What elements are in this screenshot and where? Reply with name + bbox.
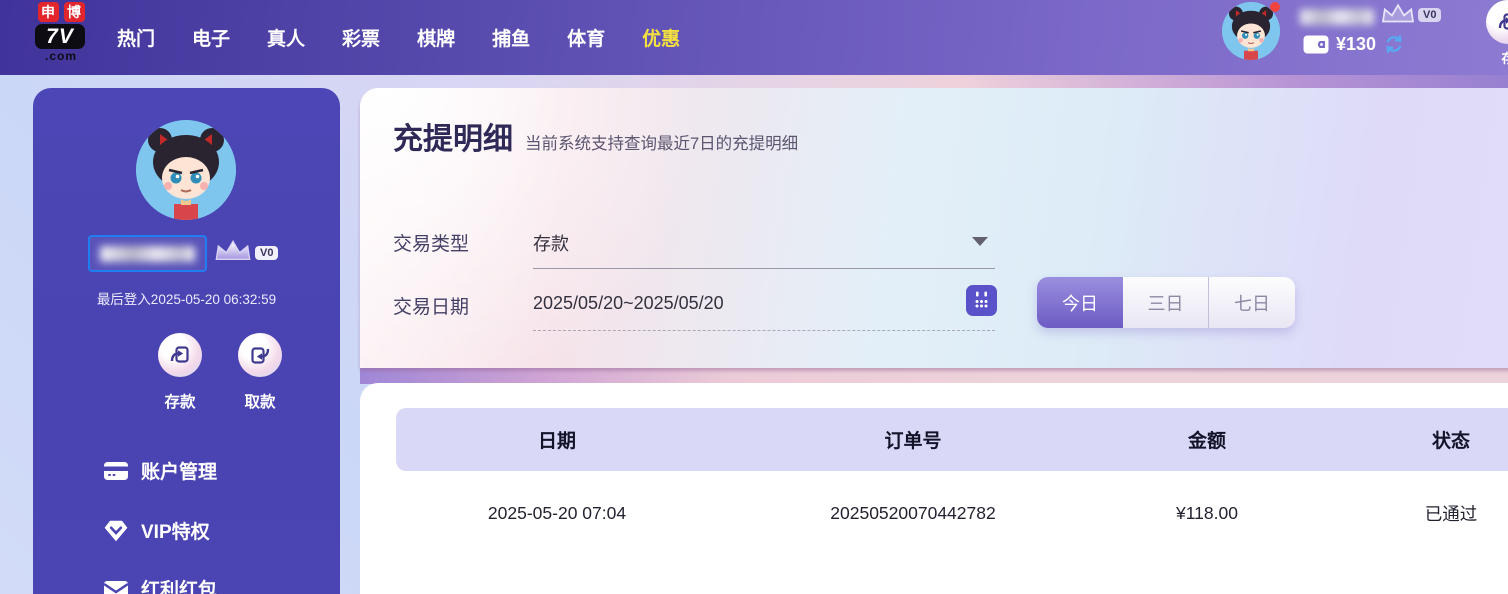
sidebar-item-label: 红利红包 bbox=[141, 580, 218, 594]
range-7days-button[interactable]: 七日 bbox=[1209, 277, 1295, 328]
page-subtitle: 当前系统支持查询最近7日的充提明细 bbox=[525, 135, 799, 153]
table-header-row: 日期 订单号 金额 状态 bbox=[396, 408, 1508, 471]
cell-amount: ¥118.00 bbox=[1176, 503, 1238, 523]
withdraw-arrow-icon bbox=[238, 333, 282, 377]
page-title: 充提明细 bbox=[393, 123, 513, 156]
page: 申 博 7V .com 热门 电子 真人 彩票 棋牌 捕鱼 体育 优惠 V0 ¥… bbox=[0, 0, 1508, 594]
transaction-type-select[interactable] bbox=[533, 223, 997, 267]
username-blurred bbox=[100, 245, 195, 262]
sidebar-item-label: VIP特权 bbox=[141, 522, 210, 543]
nav-item-sports[interactable]: 体育 bbox=[567, 24, 605, 51]
cell-date: 2025-05-20 07:04 bbox=[487, 503, 627, 523]
nav-item-chess[interactable]: 棋牌 bbox=[417, 24, 455, 51]
sidebar-item-account[interactable]: 账户管理 bbox=[103, 457, 217, 484]
range-3days-button[interactable]: 三日 bbox=[1123, 277, 1209, 328]
column-header-status: 状态 bbox=[1431, 431, 1470, 452]
divider-dashed bbox=[533, 330, 995, 331]
logo-domain: .com bbox=[44, 49, 77, 63]
filter-panel: 充提明细 当前系统支持查询最近7日的充提明细 交易类型 存款 交易日期 2025… bbox=[360, 88, 1508, 368]
wallet-icon bbox=[1303, 35, 1329, 54]
avatar-illustration bbox=[136, 120, 236, 220]
sidebar: V0 最后登入2025-05-20 06:32:59 存款 取款 账户管理 VI… bbox=[33, 88, 340, 594]
background-band bbox=[360, 366, 1508, 384]
records-panel: 日期 订单号 金额 状态 2025-05-20 07:04 2025052007… bbox=[360, 383, 1508, 594]
gem-icon bbox=[103, 519, 129, 543]
nav-item-fishing[interactable]: 捕鱼 bbox=[492, 24, 530, 51]
notification-dot bbox=[1270, 2, 1280, 12]
title-row: 充提明细 当前系统支持查询最近7日的充提明细 bbox=[393, 114, 798, 158]
crown-icon bbox=[213, 238, 253, 264]
nav-menu: 热门 电子 真人 彩票 棋牌 捕鱼 体育 优惠 bbox=[117, 0, 680, 75]
sidebar-item-label: 账户管理 bbox=[141, 462, 218, 483]
transaction-date-label: 交易日期 bbox=[393, 297, 470, 318]
nav-item-slots[interactable]: 电子 bbox=[192, 24, 230, 51]
floating-deposit-label: 存 bbox=[1501, 51, 1508, 66]
cell-order-number: 20250520070442782 bbox=[830, 503, 996, 523]
wallet-row: ¥130 bbox=[1303, 33, 1405, 55]
red-packet-icon bbox=[103, 578, 129, 594]
column-header-amount: 金额 bbox=[1187, 431, 1226, 452]
sidebar-item-bonus[interactable]: 红利红包 bbox=[103, 575, 217, 594]
logo-7v-mark: 7V bbox=[35, 24, 85, 49]
bank-card-icon bbox=[103, 460, 129, 482]
vip-level-badge: V0 bbox=[255, 246, 279, 260]
top-nav: 申 博 7V .com 热门 电子 真人 彩票 棋牌 捕鱼 体育 优惠 V0 ¥… bbox=[0, 0, 1508, 75]
deposit-arrow-icon bbox=[1498, 13, 1508, 30]
username-box bbox=[88, 235, 207, 272]
logo-badge-shen: 申 bbox=[37, 2, 59, 22]
nav-item-lottery[interactable]: 彩票 bbox=[342, 24, 380, 51]
transaction-type-label: 交易类型 bbox=[393, 234, 470, 255]
quick-deposit-button[interactable]: 存款 bbox=[138, 333, 222, 412]
range-today-button[interactable]: 今日 bbox=[1037, 277, 1123, 328]
quick-withdraw-button[interactable]: 取款 bbox=[218, 333, 302, 412]
nav-item-promos[interactable]: 优惠 bbox=[642, 24, 680, 51]
quick-withdraw-label: 取款 bbox=[244, 394, 276, 411]
sidebar-avatar bbox=[136, 120, 236, 220]
deposit-arrow-icon bbox=[158, 333, 202, 377]
quick-deposit-label: 存款 bbox=[164, 394, 196, 411]
vip-level-badge: V0 bbox=[1418, 8, 1442, 22]
table-row: 2025-05-20 07:04 20250520070442782 ¥118.… bbox=[396, 471, 1508, 556]
divider bbox=[533, 268, 995, 269]
transaction-date-value[interactable]: 2025/05/20~2025/05/20 bbox=[533, 293, 724, 314]
nav-item-hot[interactable]: 热门 bbox=[117, 24, 155, 51]
column-header-date: 日期 bbox=[537, 431, 576, 452]
date-range-segmented-control: 今日 三日 七日 bbox=[1037, 277, 1295, 328]
brand-logo[interactable]: 申 博 7V .com bbox=[35, 2, 87, 63]
balance-amount: ¥130 bbox=[1336, 33, 1377, 54]
refresh-icon[interactable] bbox=[1383, 33, 1405, 55]
logo-badges: 申 博 bbox=[35, 2, 87, 22]
logo-badge-bo: 博 bbox=[63, 2, 85, 22]
sidebar-item-vip[interactable]: VIP特权 bbox=[103, 517, 210, 544]
username-blurred bbox=[1300, 9, 1374, 25]
chevron-down-icon[interactable] bbox=[972, 237, 988, 246]
crown-icon bbox=[1380, 3, 1416, 25]
nav-item-live[interactable]: 真人 bbox=[267, 24, 305, 51]
calendar-icon[interactable] bbox=[966, 285, 997, 316]
column-header-order: 订单号 bbox=[884, 431, 942, 452]
last-login-text: 最后登入2025-05-20 06:32:59 bbox=[96, 292, 277, 307]
cell-status: 已通过 bbox=[1424, 504, 1478, 524]
